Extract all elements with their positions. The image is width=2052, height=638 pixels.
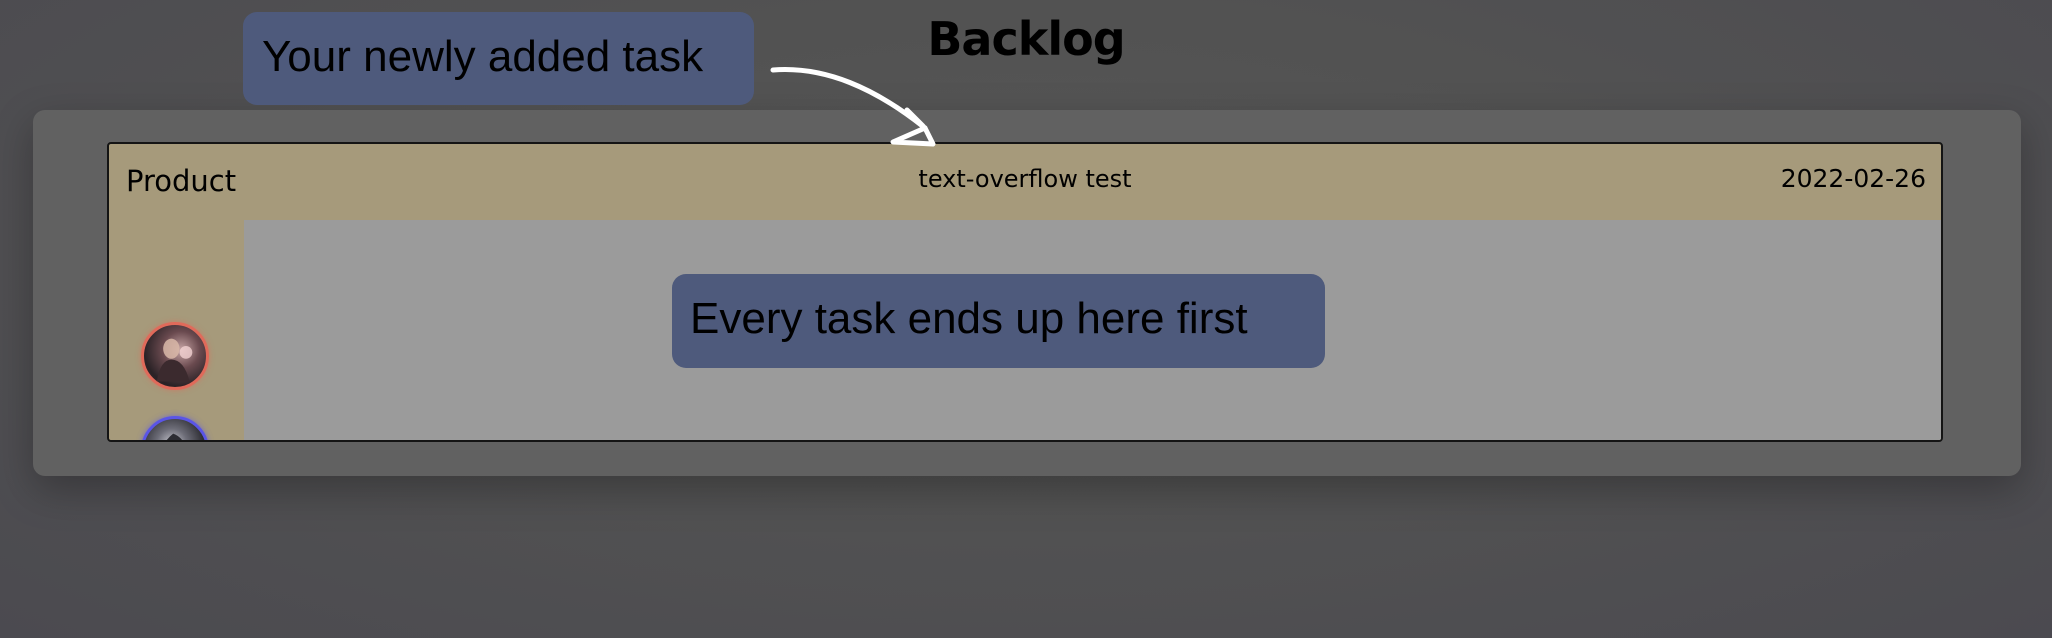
user-portrait-icon: [156, 338, 193, 382]
tooltip-backlog-hint: Every task ends up here first: [672, 274, 1325, 368]
task-title: text-overflow test: [918, 165, 1132, 193]
avatar[interactable]: [141, 322, 209, 390]
task-assignees: [109, 220, 244, 440]
avatar[interactable]: [141, 416, 209, 440]
user-portrait-icon: [166, 433, 182, 440]
pointer-arrow-icon: [770, 67, 936, 147]
task-date: 2022-02-26: [1780, 164, 1926, 193]
task-card-header: Product text-overflow test 2022-02-26: [109, 144, 1941, 220]
tooltip-new-task: Your newly added task: [243, 12, 754, 105]
